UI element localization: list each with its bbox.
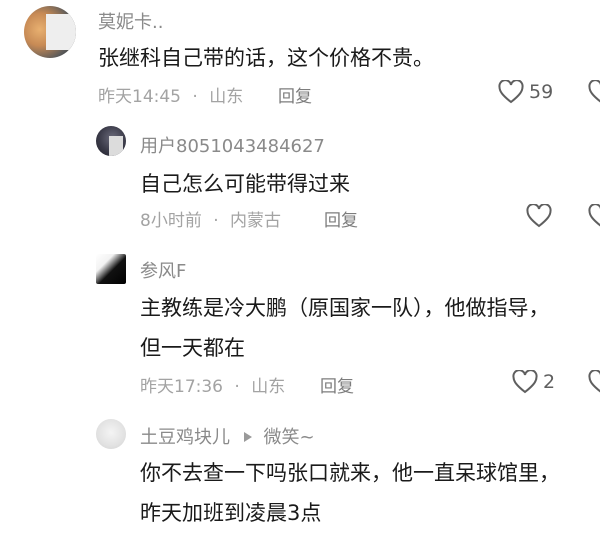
comment-text: 自己怎么可能带得过来 xyxy=(140,172,350,196)
meta-separator: · xyxy=(234,377,240,397)
comment-text: 但一天都在 xyxy=(140,336,245,360)
heart-outline-icon xyxy=(512,370,538,394)
comment-time: 昨天17:36 xyxy=(140,377,223,397)
meta-separator: · xyxy=(213,211,219,231)
comment-username[interactable]: 参风F xyxy=(140,257,186,283)
reply-header: 土豆鸡块儿 微笑~ xyxy=(140,423,315,449)
like-button[interactable]: 2 xyxy=(512,370,555,394)
heart-outline-icon[interactable] xyxy=(588,80,600,104)
heart-outline-icon[interactable] xyxy=(588,370,600,394)
comment-text: 你不去查一下吗张口就来，他一直呆球馆里， xyxy=(140,461,560,485)
reply-to-username[interactable]: 微笑~ xyxy=(263,427,314,448)
comment-location: 内蒙古 xyxy=(230,211,282,231)
heart-outline-icon xyxy=(526,204,552,228)
avatar[interactable] xyxy=(96,419,126,449)
avatar[interactable] xyxy=(96,254,126,284)
comment-text: 张继科自己带的话，这个价格不贵。 xyxy=(98,46,434,70)
comment-time: 昨天14:45 xyxy=(98,87,181,107)
reply-button[interactable]: 回复 xyxy=(320,372,354,397)
heart-outline-icon xyxy=(498,80,524,104)
like-count: 59 xyxy=(529,81,554,103)
comment-meta: 8小时前 · 内蒙古 xyxy=(140,206,281,231)
triangle-right-icon xyxy=(243,432,252,442)
comment-time: 8小时前 xyxy=(140,211,202,231)
comment-text: 主教练是冷大鹏（原国家一队），他做指导， xyxy=(140,296,550,320)
comment-meta: 昨天17:36 · 山东 xyxy=(140,372,285,397)
like-button[interactable] xyxy=(526,204,552,228)
reply-button[interactable]: 回复 xyxy=(324,206,358,231)
like-button[interactable]: 59 xyxy=(498,80,553,104)
heart-outline-icon[interactable] xyxy=(588,204,600,228)
meta-separator: · xyxy=(192,87,198,107)
comment-text: 昨天加班到凌晨3点 xyxy=(140,501,322,525)
comment-meta: 昨天14:45 · 山东 xyxy=(98,82,243,107)
avatar[interactable] xyxy=(24,6,76,58)
comment-username[interactable]: 莫妮卡.. xyxy=(98,8,163,34)
comment-username[interactable]: 土豆鸡块儿 xyxy=(140,427,230,448)
comment-location: 山东 xyxy=(251,377,286,397)
avatar[interactable] xyxy=(96,126,126,156)
like-count: 2 xyxy=(543,371,556,393)
comment-username[interactable]: 用户8051043484627 xyxy=(140,132,325,158)
comment-location: 山东 xyxy=(209,87,244,107)
reply-button[interactable]: 回复 xyxy=(278,82,312,107)
